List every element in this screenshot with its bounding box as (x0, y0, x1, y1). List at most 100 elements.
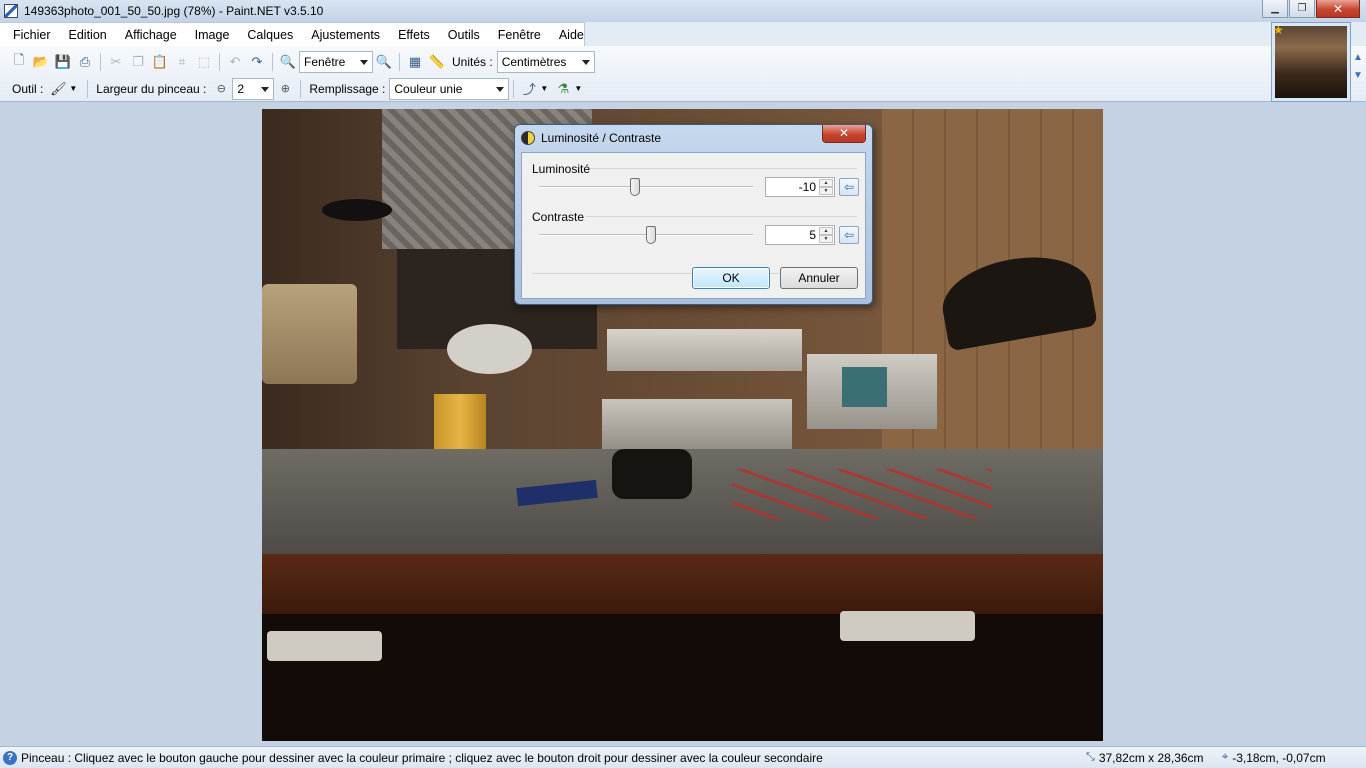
close-button[interactable]: ✕ (1316, 0, 1360, 18)
blend-mode-icon[interactable]: ⚗ (552, 78, 574, 100)
dialog-title-bar: Luminosité / Contraste (521, 129, 661, 147)
brightness-slider[interactable] (539, 186, 753, 188)
paste-icon[interactable]: 📋 (149, 51, 171, 73)
toolbar-separator (87, 79, 89, 98)
menu-image[interactable]: Image (186, 28, 239, 42)
chevron-down-icon[interactable]: ▼ (540, 84, 548, 93)
zoom-out-icon[interactable]: 🔍 (277, 51, 299, 73)
toolbar-row-tool: Outil : 🖌 ▼ Largeur du pinceau : ⊖ 2 ⊕ R… (8, 75, 582, 102)
status-bar: ? Pinceau : Cliquez avec le bouton gauch… (0, 746, 1366, 768)
toolbar-separator (272, 52, 273, 71)
dialog-close-button[interactable]: ✕ (822, 125, 866, 143)
tab-scroll-arrows[interactable]: ▲ ▼ (1352, 52, 1364, 82)
open-icon[interactable]: 📂 (30, 51, 52, 73)
menu-ajustements[interactable]: Ajustements (302, 28, 389, 42)
photo-oscilloscope-screen (842, 367, 887, 407)
menu-outils[interactable]: Outils (439, 28, 489, 42)
brightness-input[interactable]: -10 ▲ ▼ (765, 177, 835, 197)
contrast-slider-thumb[interactable] (646, 226, 657, 244)
window-controls: ▁ ❐ ✕ (1261, 0, 1360, 18)
dialog-body: Luminosité -10 ▲ ▼ ⇦ Contraste 5 ▲ ▼ ⇦ O… (521, 152, 866, 299)
contrast-reset-button[interactable]: ⇦ (839, 226, 859, 244)
toolbar-separator (100, 52, 101, 71)
zoom-select[interactable]: Fenêtre (299, 50, 373, 73)
menu-fichier[interactable]: Fichier (4, 28, 60, 42)
toolbar-separator (300, 79, 302, 98)
brush-width-label: Largeur du pinceau : (96, 81, 207, 96)
photo-tools (732, 469, 992, 519)
status-message: Pinceau : Cliquez avec le bouton gauche … (21, 750, 823, 765)
redo-icon[interactable]: ↷ (246, 51, 268, 73)
ruler-icon[interactable]: 📏 (426, 51, 448, 73)
photo-power-strip-right (840, 611, 975, 641)
brush-width-value: 2 (237, 81, 245, 96)
image-size-section: ⤡ 37,82cm x 28,36cm (1086, 751, 1204, 765)
scroll-down-icon[interactable]: ▼ (1352, 70, 1364, 82)
image-thumbnail-panel[interactable]: ★ (1271, 22, 1351, 102)
ok-button[interactable]: OK (692, 267, 770, 289)
fill-select[interactable]: Couleur unie (389, 77, 510, 100)
units-label: Unités : (452, 54, 493, 69)
group-separator (590, 168, 857, 169)
brightness-contrast-icon (521, 131, 535, 145)
menu-calques[interactable]: Calques (238, 28, 302, 42)
copy-icon[interactable]: ❐ (127, 51, 149, 73)
chevron-down-icon[interactable]: ▼ (69, 84, 77, 93)
increase-icon[interactable]: ⊕ (274, 78, 296, 100)
photo-bench-edge (262, 554, 1103, 614)
minimize-button[interactable]: ▁ (1262, 0, 1288, 18)
unsaved-star-icon: ★ (1273, 23, 1284, 37)
contrast-spinner[interactable]: ▲ ▼ (819, 227, 833, 243)
units-select[interactable]: Centimètres (496, 50, 595, 73)
contrast-input[interactable]: 5 ▲ ▼ (765, 225, 835, 245)
brightness-slider-thumb[interactable] (630, 178, 641, 196)
menu-edition[interactable]: Edition (60, 28, 116, 42)
contrast-value: 5 (809, 228, 816, 242)
cut-icon[interactable]: ✂ (105, 51, 127, 73)
chevron-down-icon (261, 86, 270, 92)
title-bar: 149363photo_001_50_50.jpg (78%) - Paint.… (0, 0, 1366, 22)
image-size-icon: ⤡ (1086, 751, 1095, 763)
image-thumbnail[interactable]: ★ (1273, 23, 1347, 98)
brightness-spinner[interactable]: ▲ ▼ (819, 179, 833, 195)
group-separator (586, 216, 857, 217)
image-size-value: 37,82cm x 28,36cm (1098, 750, 1204, 765)
spin-down-icon[interactable]: ▼ (819, 187, 833, 195)
help-icon: ? (3, 750, 17, 765)
zoom-in-icon[interactable]: 🔍 (373, 51, 395, 73)
tool-label: Outil : (12, 81, 44, 96)
cancel-button[interactable]: Annuler (780, 267, 858, 289)
save-icon[interactable]: 💾 (52, 51, 74, 73)
toolbar: 🗋 📂 💾 ⎙ ✂ ❐ 📋 ⌗ ⬚ ↶ ↷ 🔍 Fenêtre 🔍 ▦ 📏 Un… (0, 46, 1366, 102)
menu-fenetre[interactable]: Fenêtre (489, 28, 550, 42)
new-image-icon[interactable]: 🗋 (8, 51, 30, 73)
paintnet-app-icon (4, 4, 18, 18)
chevron-down-icon[interactable]: ▼ (574, 84, 582, 93)
chevron-down-icon (581, 59, 590, 65)
antialias-icon[interactable]: ⤴ (518, 78, 540, 100)
brush-icon[interactable]: 🖌 (47, 78, 69, 100)
brightness-reset-button[interactable]: ⇦ (839, 178, 859, 196)
menu-affichage[interactable]: Affichage (116, 28, 186, 42)
photo-lamp-left (322, 199, 392, 221)
toolbar-separator (219, 52, 220, 71)
undo-icon[interactable]: ↶ (224, 51, 246, 73)
spin-up-icon[interactable]: ▲ (819, 179, 833, 187)
restore-button[interactable]: ❐ (1289, 0, 1315, 18)
chevron-down-icon (496, 86, 505, 92)
spin-down-icon[interactable]: ▼ (819, 235, 833, 243)
print-icon[interactable]: ⎙ (74, 51, 96, 73)
grid-icon[interactable]: ▦ (404, 51, 426, 73)
crop-icon[interactable]: ⌗ (171, 51, 193, 73)
spin-up-icon[interactable]: ▲ (819, 227, 833, 235)
deselect-icon[interactable]: ⬚ (193, 51, 215, 73)
menu-effets[interactable]: Effets (389, 28, 439, 42)
photo-under-bench (262, 614, 1103, 741)
scroll-up-icon[interactable]: ▲ (1352, 52, 1364, 64)
dialog-title: Luminosité / Contraste (541, 131, 662, 145)
toolbar-separator (399, 52, 400, 71)
brush-width-select[interactable]: 2 (232, 77, 275, 100)
contrast-label: Contraste (532, 210, 585, 224)
decrease-icon[interactable]: ⊖ (210, 78, 232, 100)
photo-equipment-top (607, 329, 802, 371)
